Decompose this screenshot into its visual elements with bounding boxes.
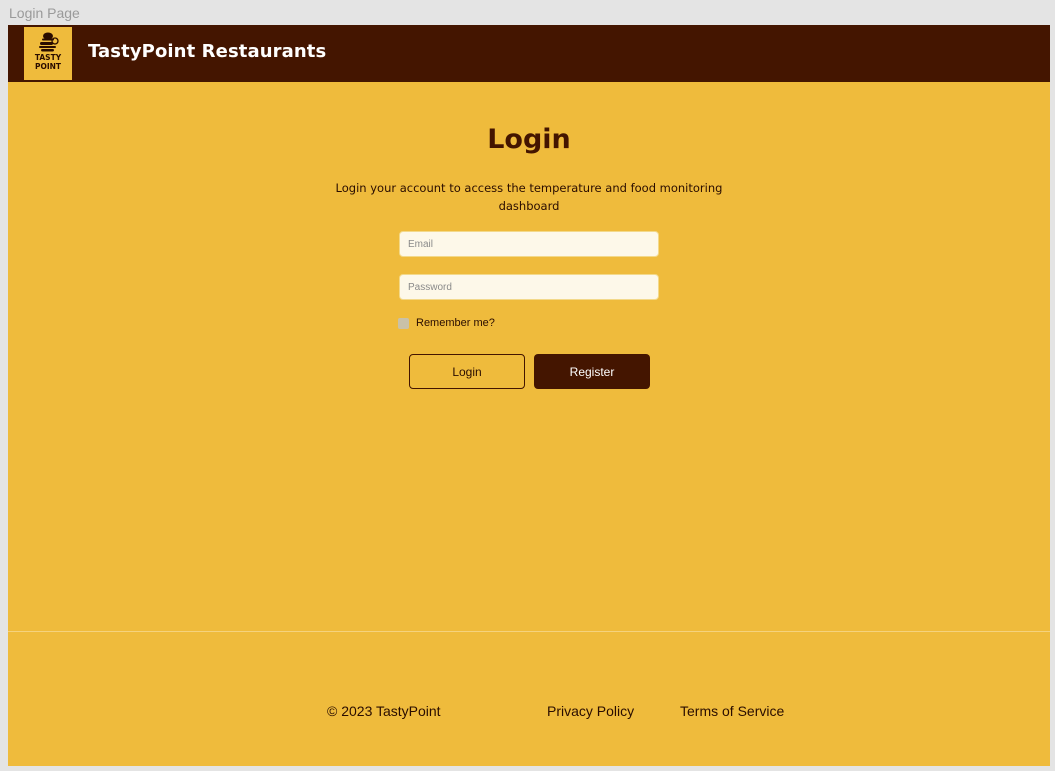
logo-text-bottom: POINT (34, 61, 62, 71)
remember-me-row[interactable]: Remember me? (398, 317, 495, 329)
brand-logo[interactable]: TASTY POINT (24, 27, 72, 80)
login-heading: Login (487, 124, 571, 155)
footer-copyright: © 2023 TastyPoint (327, 703, 441, 719)
logo-text-top: TASTY (34, 53, 62, 62)
privacy-policy-link[interactable]: Privacy Policy (547, 703, 634, 719)
remember-me-checkbox[interactable] (398, 317, 409, 329)
burger-logo-icon (39, 32, 59, 52)
brand-title: TastyPoint Restaurants (88, 41, 327, 62)
top-navbar: TASTY POINT TastyPoint Restaurants (8, 25, 1050, 82)
email-field[interactable] (399, 231, 659, 257)
register-button[interactable]: Register (534, 354, 650, 389)
terms-of-service-link[interactable]: Terms of Service (680, 703, 784, 719)
remember-me-label: Remember me? (416, 317, 495, 329)
login-page: TASTY POINT TastyPoint Restaurants Login… (8, 25, 1050, 766)
login-subtitle: Login your account to access the tempera… (335, 181, 723, 213)
footer-divider (8, 631, 1050, 632)
password-field[interactable] (399, 274, 659, 300)
login-button[interactable]: Login (409, 354, 525, 389)
frame-label: Login Page (9, 5, 80, 21)
